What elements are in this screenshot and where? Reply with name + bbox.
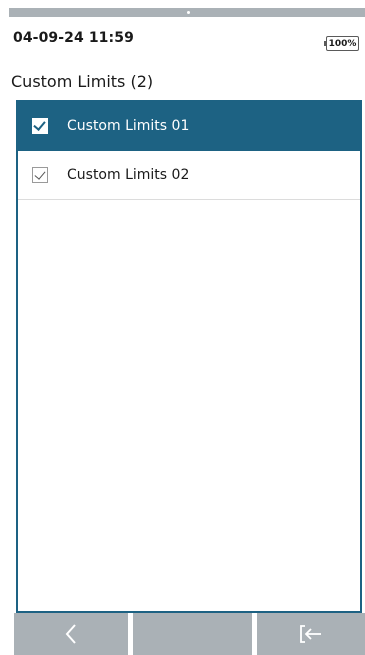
- list-item-label: Custom Limits 01: [67, 118, 190, 134]
- battery-indicator: 100%: [324, 36, 359, 51]
- device-screen: 04-09-24 11:59 100% Custom Limits (2) Cu…: [9, 8, 365, 655]
- exit-icon: [300, 625, 321, 643]
- list-item-custom-limits-02[interactable]: Custom Limits 02: [18, 151, 360, 200]
- status-bar: 04-09-24 11:59 100%: [9, 17, 365, 51]
- checkbox[interactable]: [32, 118, 48, 134]
- datetime: 04-09-24 11:59: [13, 30, 134, 46]
- indicator-dot: [187, 11, 190, 14]
- back-arrow-icon: [65, 624, 76, 644]
- checkmark-icon: [34, 168, 46, 180]
- custom-limits-list: Custom Limits 01 Custom Limits 02: [16, 100, 362, 613]
- checkmark-icon: [33, 118, 46, 131]
- list-item-label: Custom Limits 02: [67, 167, 190, 183]
- softkey-bar: [9, 613, 365, 655]
- page-title: Custom Limits (2): [11, 72, 154, 91]
- exit-button[interactable]: [257, 613, 365, 655]
- list-item-custom-limits-01[interactable]: Custom Limits 01: [18, 102, 360, 151]
- checkbox[interactable]: [32, 167, 48, 183]
- back-button[interactable]: [14, 613, 128, 655]
- top-strip: [9, 8, 365, 17]
- empty-softkey[interactable]: [133, 613, 252, 655]
